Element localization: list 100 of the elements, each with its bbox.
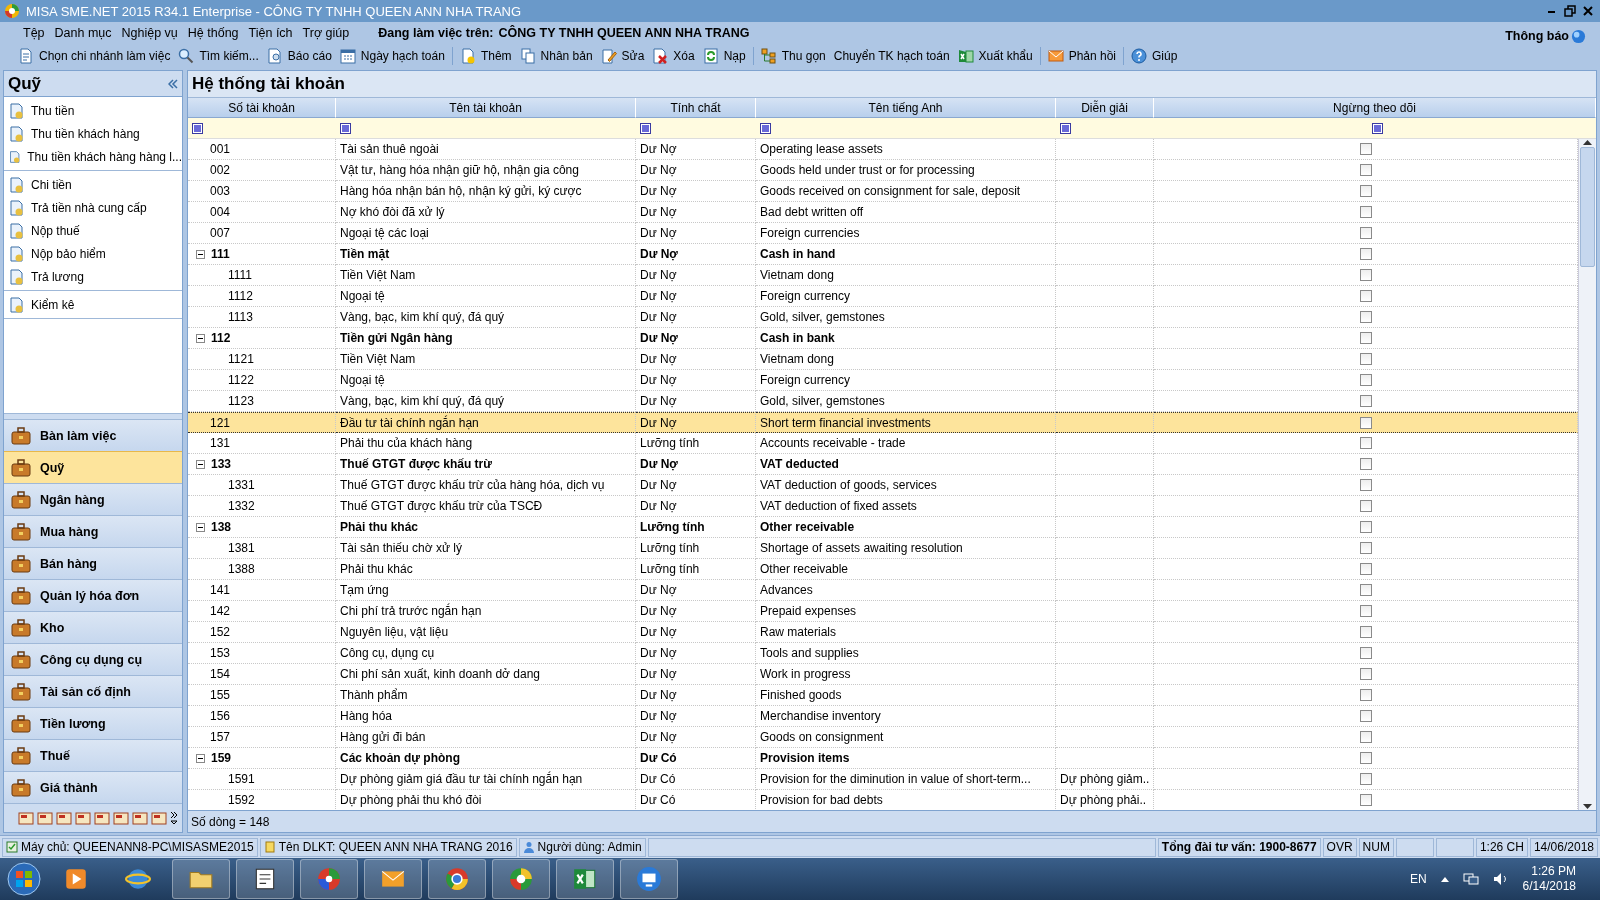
copy-icon[interactable] (519, 48, 536, 64)
close-icon[interactable] (1582, 5, 1594, 17)
checkbox[interactable] (1359, 269, 1372, 281)
refresh-icon[interactable] (702, 48, 719, 64)
toolbar-button[interactable]: Xóa (648, 46, 699, 66)
collapse-toggle-icon[interactable] (196, 522, 205, 532)
toolbar-button[interactable]: Giúp (1127, 46, 1182, 66)
network-icon[interactable] (1462, 872, 1479, 886)
toolbar-button[interactable]: Chọn chi nhánh làm việc (14, 46, 175, 66)
checkbox[interactable] (1359, 605, 1372, 617)
scrollbar[interactable] (1578, 139, 1596, 810)
checkbox[interactable] (1359, 500, 1372, 512)
column-header[interactable]: Tên tài khoản (336, 98, 636, 118)
checkbox[interactable] (1359, 794, 1372, 806)
menu-item[interactable]: Nghiệp vụ (116, 24, 183, 42)
checkbox[interactable] (1359, 689, 1372, 701)
shortcut-icon[interactable] (94, 810, 110, 826)
module-button[interactable]: Ngân hàng (4, 483, 182, 515)
filter-icon[interactable] (760, 122, 771, 134)
module-button[interactable]: Quỹ (4, 451, 182, 483)
checkbox[interactable] (1359, 437, 1372, 449)
toolbar-button[interactable]: Nạp (698, 46, 750, 66)
checkbox[interactable] (1359, 563, 1372, 575)
restore-icon[interactable] (1564, 5, 1576, 17)
globe-icon[interactable] (1571, 28, 1586, 44)
shortcut-icon[interactable] (75, 810, 91, 826)
toolbar-button[interactable]: Tìm kiếm... (174, 46, 263, 66)
checkbox[interactable] (1359, 311, 1372, 323)
shortcut-icon[interactable] (18, 810, 34, 826)
filter-icon[interactable] (192, 122, 203, 134)
checkbox[interactable] (1359, 542, 1372, 554)
checkbox[interactable] (1359, 752, 1372, 764)
document-cross-icon[interactable] (652, 48, 669, 64)
checkbox[interactable] (1359, 584, 1372, 596)
caret-up-icon[interactable] (1440, 876, 1449, 882)
checkbox[interactable] (1359, 479, 1372, 491)
sidebar-item[interactable]: Trả lương (4, 265, 182, 288)
document-icon[interactable] (18, 48, 34, 64)
more-chevron-icon[interactable] (170, 811, 178, 825)
start-button[interactable] (7, 862, 41, 896)
browser-ring-icon[interactable] (444, 866, 470, 892)
document-plus-icon[interactable] (459, 48, 476, 64)
checkbox[interactable] (1359, 248, 1372, 260)
collapse-chevron-icon[interactable] (168, 78, 178, 89)
checkbox[interactable] (1359, 227, 1372, 239)
shortcut-icon[interactable] (37, 810, 53, 826)
help-icon[interactable] (1131, 48, 1148, 64)
toolbar-button[interactable]: Sửa (596, 46, 649, 66)
menu-item[interactable]: Tiện ích (243, 24, 298, 42)
column-header[interactable]: Ngừng theo dõi (1154, 98, 1596, 118)
checkbox[interactable] (1359, 395, 1372, 407)
column-header[interactable]: Số tài khoản (188, 98, 336, 118)
module-button[interactable]: Tài sản cố định (4, 675, 182, 707)
sidebar-item[interactable]: Chi tiền (4, 173, 182, 196)
toolbar-button[interactable]: Thêm (455, 46, 516, 66)
module-button[interactable]: Giá thành (4, 771, 182, 803)
hierarchy-icon[interactable] (760, 48, 777, 64)
sidebar-item[interactable]: Thu tiền khách hàng (4, 122, 182, 145)
clock-date[interactable]: 6/14/2018 (1522, 879, 1576, 894)
notifications-link[interactable]: Thông báo (1505, 29, 1569, 43)
filter-icon[interactable] (640, 122, 651, 134)
sidebar-item[interactable]: Trả tiền nhà cung cấp (4, 196, 182, 219)
pencil-document-icon[interactable] (600, 48, 617, 64)
collapse-toggle-icon[interactable] (196, 753, 205, 763)
module-button[interactable]: Kho (4, 611, 182, 643)
checkbox[interactable] (1359, 626, 1372, 638)
menu-item[interactable]: Tệp (18, 24, 50, 42)
checkbox[interactable] (1359, 647, 1372, 659)
checkbox[interactable] (1359, 458, 1372, 470)
toolbar-button[interactable]: Phản hồi (1043, 46, 1121, 66)
toolbar-button[interactable]: Thu gọn (756, 46, 830, 66)
checkbox[interactable] (1359, 185, 1372, 197)
filter-icon[interactable] (1060, 122, 1071, 134)
toolbar-button[interactable]: Báo cáo (262, 46, 336, 66)
column-header[interactable]: Tính chất (636, 98, 756, 118)
calendar-icon[interactable] (339, 48, 356, 64)
sidebar-item[interactable]: Thu tiền (4, 99, 182, 122)
sidebar-item[interactable]: Thu tiền khách hàng hàng l... (4, 145, 182, 168)
module-button[interactable]: Quản lý hóa đơn (4, 579, 182, 611)
module-button[interactable]: Mua hàng (4, 515, 182, 547)
document-magnifier-icon[interactable] (266, 48, 283, 64)
globe-icon[interactable] (125, 866, 151, 892)
language-indicator[interactable]: EN (1409, 872, 1427, 886)
shortcut-icon[interactable] (56, 810, 72, 826)
checkbox[interactable] (1359, 164, 1372, 176)
menu-item[interactable]: Hệ thống (182, 24, 244, 42)
checkbox[interactable] (1359, 332, 1372, 344)
shortcut-icon[interactable] (132, 810, 148, 826)
checkbox[interactable] (1359, 731, 1372, 743)
spreadsheet-icon[interactable] (572, 866, 598, 892)
menu-item[interactable]: Trợ giúp (297, 24, 355, 42)
clock-time[interactable]: 1:26 PM (1531, 864, 1576, 879)
speaker-icon[interactable] (1492, 872, 1509, 886)
collapse-toggle-icon[interactable] (196, 333, 205, 343)
color-wheel-icon[interactable] (316, 866, 342, 892)
shortcut-icon[interactable] (151, 810, 167, 826)
shortcut-icon[interactable] (113, 810, 129, 826)
envelope-icon[interactable] (1047, 48, 1064, 64)
checkbox[interactable] (1359, 206, 1372, 218)
scroll-thumb[interactable] (1580, 147, 1595, 267)
